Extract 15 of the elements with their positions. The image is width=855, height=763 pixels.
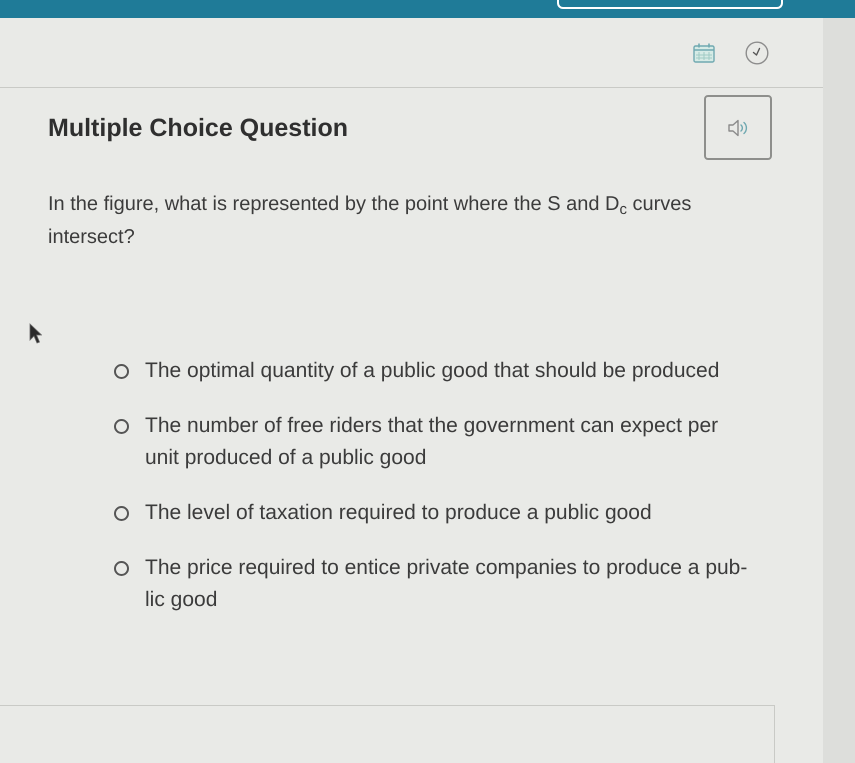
- option-label[interactable]: The price required to entice private companies to produce a pub-lic good: [145, 552, 757, 616]
- speaker-icon: [728, 118, 748, 136]
- cursor-icon: [29, 323, 42, 344]
- radio-button[interactable]: [114, 364, 129, 379]
- option-label[interactable]: The optimal quantity of a public good that should be produced: [145, 355, 757, 387]
- clock-icon[interactable]: [745, 40, 769, 64]
- option-label[interactable]: The level of taxation required to produce a public good: [145, 497, 757, 529]
- radio-button[interactable]: [114, 506, 129, 521]
- question-type-title: Multiple Choice Question: [48, 112, 348, 142]
- question-text: In the figure, what is represented by the point where the S and D$_{c}$ curves intersect?: [48, 192, 692, 250]
- radio-button[interactable]: [114, 561, 129, 576]
- audio-button[interactable]: [704, 95, 772, 160]
- header-button[interactable]: [557, 0, 783, 9]
- radio-button[interactable]: [114, 419, 129, 434]
- option-label[interactable]: The number of free riders that the government can expect per unit produced of a public good: [145, 410, 757, 474]
